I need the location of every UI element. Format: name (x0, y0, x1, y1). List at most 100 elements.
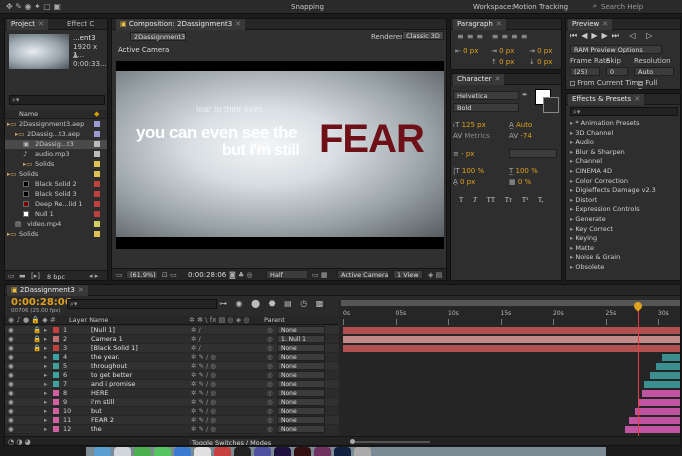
layer-name[interactable]: [Black Solid 1] (91, 344, 138, 353)
renderer-button[interactable]: Classic 3D (402, 31, 444, 40)
eye-icon[interactable]: ◉ (8, 326, 14, 335)
lock-icon[interactable]: 🔒 (33, 335, 41, 344)
layer-label-color[interactable] (53, 381, 59, 387)
label-color-swatch[interactable] (94, 151, 100, 157)
layer-duration-bar[interactable] (642, 390, 680, 397)
always-preview-icon[interactable]: ▭ (116, 271, 123, 279)
layer-switches[interactable]: ✲ / (191, 344, 201, 353)
tab-timeline[interactable]: ▣ 2Dassignment3 ✕ (7, 285, 88, 296)
project-item[interactable]: ▸▭ Solids (5, 160, 107, 169)
new-folder-icon[interactable]: ▬ (19, 272, 26, 280)
new-comp-icon[interactable]: [▸] (31, 272, 40, 280)
layer-parent-select[interactable]: None (277, 407, 325, 415)
time-ruler[interactable]: 0s 05s 10s 15s 20s 25s 30s (339, 300, 680, 325)
baseline-shift-field[interactable]: A̱ 0 px (453, 178, 475, 186)
safe-zones-icon[interactable]: ⊡ ▭ (162, 271, 177, 279)
label-color-swatch[interactable] (94, 131, 100, 137)
horizontal-scale-field[interactable]: T̲ 100 % (509, 167, 538, 175)
effects-category[interactable]: ▸ Digieffects Damage v2.3 (570, 186, 656, 195)
column-parent[interactable]: Parent (264, 316, 285, 325)
layer-name[interactable]: FEAR 2 (91, 416, 114, 425)
layer-name[interactable]: the year. (91, 353, 120, 362)
layer-switches[interactable]: ✲ ✎ / ◎ (191, 389, 216, 398)
effects-category[interactable]: ▸ Expression Controls (570, 205, 640, 214)
layer-label-color[interactable] (53, 354, 59, 360)
layer-name[interactable]: the (91, 425, 102, 434)
layer-duration-bar[interactable] (343, 336, 680, 343)
effects-category[interactable]: ▸ Noise & Grain (570, 253, 620, 262)
label-color-swatch[interactable] (94, 191, 100, 197)
label-color-swatch[interactable] (94, 121, 100, 127)
effects-category[interactable]: ▸ Generate (570, 215, 606, 224)
label-color-swatch[interactable] (94, 181, 100, 187)
dock-app-icon[interactable] (314, 447, 331, 456)
layer-row[interactable]: ◉ ▸ 12 the ✲ ✎ / ◎ ◎ None (5, 425, 342, 434)
layer-switches[interactable]: ✲ ✎ / ◎ (191, 353, 216, 362)
zoom-slider[interactable] (350, 439, 430, 444)
effects-category[interactable]: ▸ * Animation Presets (570, 119, 640, 128)
layer-row[interactable]: ◉ ▸ 5 throughout ✲ ✎ / ◎ ◎ None (5, 362, 342, 371)
layer-parent-select[interactable]: None (277, 398, 325, 406)
layer-switches[interactable]: ✲ / (191, 326, 201, 335)
layer-row[interactable]: ◉ ▸ 6 to get better ✲ ✎ / ◎ ◎ None (5, 371, 342, 380)
layer-name[interactable]: throughout (91, 362, 127, 371)
font-family-select[interactable]: Helvetica (453, 91, 519, 100)
layer-label-color[interactable] (53, 327, 59, 333)
lock-icon[interactable]: 🔒 (33, 344, 41, 353)
project-item[interactable]: ▸▭ 2Dassignment3.aep (5, 120, 107, 129)
trash-icon[interactable]: ◂ ▸ (89, 272, 98, 280)
dock-app-icon[interactable] (334, 447, 351, 456)
dock-app-icon[interactable] (214, 447, 231, 456)
layer-label-color[interactable] (53, 372, 59, 378)
dock-app-icon[interactable] (274, 447, 291, 456)
expand-arrow-icon[interactable]: ▸ (44, 353, 47, 362)
ram-preview-options-select[interactable]: RAM Preview Options (570, 45, 662, 54)
dock-chrome-icon[interactable] (134, 447, 151, 456)
layer-name[interactable]: Camera 1 (91, 335, 123, 344)
project-item[interactable]: ▸▭ Solids (5, 230, 107, 239)
layer-row[interactable]: ◉ ▸ 4 the year. ✲ ✎ / ◎ ◎ None (5, 353, 342, 362)
effects-category[interactable]: ▸ 3D Channel (570, 129, 613, 138)
layer-switches[interactable]: ✲ ✎ / ◎ (191, 398, 216, 407)
layer-duration-bar[interactable] (644, 381, 680, 388)
layer-switches[interactable]: ✲ ✎ / ◎ (191, 416, 216, 425)
dock-app-icon[interactable] (234, 447, 251, 456)
timeline-search-input[interactable]: ⌕▾ (67, 299, 217, 309)
project-search-input[interactable]: ⌕▾ (9, 95, 105, 105)
workspace-select[interactable]: Motion Tracking (513, 3, 568, 11)
eye-icon[interactable]: ◉ (8, 398, 14, 407)
layer-parent-select[interactable]: None (277, 425, 325, 433)
layer-duration-bar[interactable] (639, 399, 680, 406)
effects-category[interactable]: ▸ Audio (570, 138, 594, 147)
tab-effect-controls[interactable]: Effect C (63, 19, 98, 30)
expand-arrow-icon[interactable]: ▸ (44, 398, 47, 407)
layer-parent-select[interactable]: None (277, 362, 325, 370)
tab-composition[interactable]: ▣ Composition: 2Dassignment3 ✕ (116, 19, 246, 30)
layer-row[interactable]: ◉ 🔒 ▸ 1 [Null 1] ✲ / ◎ None (5, 326, 342, 335)
label-color-swatch[interactable] (94, 211, 100, 217)
paragraph-align-icons[interactable]: ≡≡≡ ≡≡≡≡ (457, 32, 530, 41)
expand-arrow-icon[interactable]: ▸ (44, 380, 47, 389)
layer-switches[interactable]: ✲ ✎ / ◎ (191, 371, 216, 380)
layer-switches[interactable]: ✲ ✎ / ◎ (191, 380, 216, 389)
stroke-color-swatch[interactable] (543, 97, 559, 113)
layer-label-color[interactable] (53, 345, 59, 351)
effects-category[interactable]: ▸ Distort (570, 196, 597, 205)
layer-duration-bar[interactable] (662, 354, 680, 361)
dock-app-icon[interactable] (354, 447, 371, 456)
tab-effects-presets[interactable]: Effects & Presets ✕ (568, 94, 645, 105)
expand-arrow-icon[interactable]: ▸ (44, 344, 47, 353)
layer-duration-bar[interactable] (656, 363, 680, 370)
dock-app-icon[interactable] (294, 447, 311, 456)
expand-arrow-icon[interactable]: ▸ (44, 407, 47, 416)
text-style-buttons[interactable]: T T TT Tт T¹ T, (459, 196, 543, 204)
layer-duration-bar[interactable] (343, 327, 680, 334)
eye-icon[interactable]: ◉ (8, 416, 14, 425)
zoom-select[interactable]: (61.9%) (126, 270, 158, 279)
current-time-indicator[interactable] (638, 302, 639, 436)
search-help-input[interactable]: Search Help (601, 3, 679, 11)
eyedropper-icon[interactable]: ✒ (522, 91, 528, 99)
layer-parent-select[interactable]: None (277, 326, 325, 334)
eye-icon[interactable]: ◉ (8, 335, 14, 344)
layer-row[interactable]: ◉ 🔒 ▸ 3 [Black Solid 1] ✲ / ◎ None (5, 344, 342, 353)
